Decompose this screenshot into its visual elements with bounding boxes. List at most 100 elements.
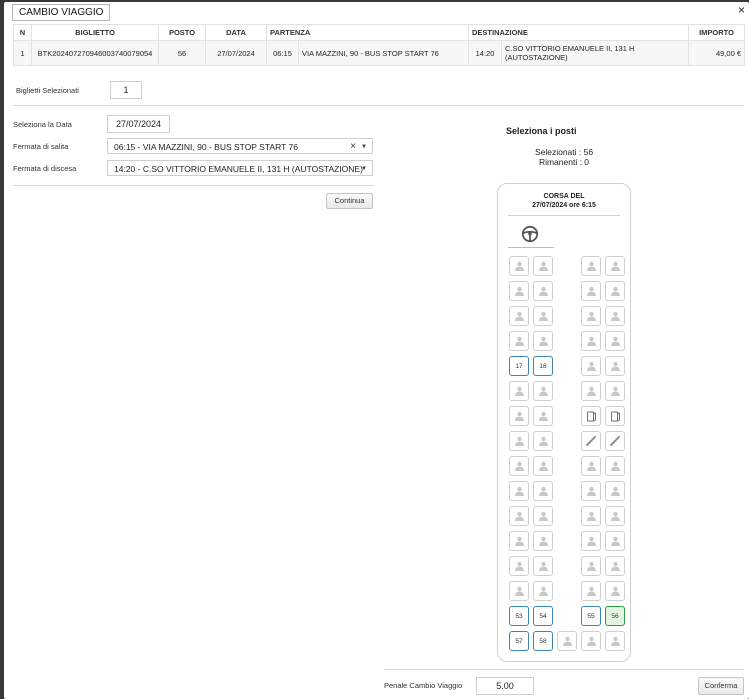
person-icon [514,411,524,421]
seat-available[interactable]: 17 [509,356,529,376]
person-icon [586,636,596,646]
conferma-button[interactable]: Conferma [698,677,744,695]
continua-button[interactable]: Continua [326,193,373,209]
biglietti-selezionati-label: Biglietti Selezionati [16,86,79,95]
seat-available[interactable]: 53 [509,606,529,626]
person-icon [538,311,548,321]
salita-select[interactable]: 06:15 - VIA MAZZINI, 90 - BUS STOP START… [107,138,373,154]
person-icon [586,561,596,571]
person-icon [586,486,596,496]
seat-occupied [509,456,529,476]
seat-occupied [581,456,601,476]
seat-available[interactable]: 55 [581,606,601,626]
seat-available[interactable]: 58 [533,631,553,651]
person-icon [610,311,620,321]
seat-occupied [533,281,553,301]
person-icon [610,636,620,646]
person-icon [610,561,620,571]
cell-data: 27/07/2024 [205,40,267,66]
chevron-down-icon[interactable]: ▼ [361,161,367,177]
person-icon [610,261,620,271]
date-label: Seleziona la Data [13,120,72,129]
seat-occupied [509,481,529,501]
person-icon [514,436,524,446]
cell-ora-arrivo: 14:20 [468,40,502,66]
bus-header-line2: 27/07/2024 ore 6:15 [532,202,596,209]
seat-occupied [509,281,529,301]
col-destinazione: DESTINAZIONE [468,24,689,41]
seat-occupied [581,556,601,576]
person-icon [610,286,620,296]
person-icon [586,286,596,296]
seat-occupied [509,306,529,326]
penale-input[interactable]: 5.00 [476,677,534,695]
divider [384,669,744,670]
person-icon [586,261,596,271]
cell-ora-partenza: 06:15 [266,40,299,66]
person-icon [610,336,620,346]
stairs-icon [581,431,601,451]
person-icon [514,261,524,271]
seat-occupied [509,331,529,351]
seat-selected[interactable]: 56 [605,606,625,626]
seat-occupied [605,531,625,551]
person-icon [514,586,524,596]
seat-occupied [509,556,529,576]
date-input[interactable]: 27/07/2024 [107,115,170,133]
seat-occupied [581,281,601,301]
seat-available[interactable]: 54 [533,606,553,626]
seat-occupied [605,306,625,326]
person-icon [586,386,596,396]
seat-occupied [509,431,529,451]
discesa-label: Fermata di discesa [13,164,77,173]
col-posto: POSTO [158,24,206,41]
person-icon [538,486,548,496]
person-icon [514,511,524,521]
penale-label: Penale Cambio Viaggio [384,681,463,690]
seat-available[interactable]: 57 [509,631,529,651]
seleziona-posti-title: Seleziona i posti [506,126,577,136]
seat-occupied [581,256,601,276]
seat-occupied [581,381,601,401]
person-icon [538,536,548,546]
seat-available[interactable]: 18 [533,356,553,376]
seat-occupied [509,531,529,551]
seat-occupied [581,531,601,551]
salita-label: Fermata di salita [13,142,69,151]
clear-icon[interactable]: × [350,139,356,155]
chevron-down-icon[interactable]: ▼ [361,139,367,155]
dialog-title: CAMBIO VIAGGIO [12,4,111,21]
cambio-viaggio-dialog: CAMBIO VIAGGIO × N BIGLIETTO POSTO DATA … [4,2,749,699]
seat-occupied [605,331,625,351]
col-importo: IMPORTO [688,24,745,41]
seat-occupied [605,281,625,301]
seat-occupied [509,256,529,276]
cell-destinazione: C.SO VITTORIO EMANUELE II, 131 H (AUTOST… [501,40,689,66]
person-icon [538,386,548,396]
table-row[interactable]: 1 BTK20240727094600374007905​4 56 27/07/… [13,40,745,66]
discesa-select[interactable]: 14:20 - C.SO VITTORIO EMANUELE II, 131 H… [107,160,373,176]
person-icon [514,561,524,571]
person-icon [586,586,596,596]
person-icon [586,311,596,321]
person-icon [514,486,524,496]
seat-occupied [533,531,553,551]
divider [13,105,744,106]
person-icon [586,461,596,471]
person-icon [538,461,548,471]
person-icon [610,461,620,471]
rimanenti-text: Rimanenti : 0 [538,157,590,167]
person-icon [610,511,620,521]
seat-occupied [581,631,601,651]
person-icon [610,586,620,596]
discesa-value: 14:20 - C.SO VITTORIO EMANUELE II, 131 H… [114,164,363,174]
bus-seat-map: CORSA DEL 27/07/2024 ore 6:15 17 18 53 54 55… [497,183,631,662]
person-icon [514,461,524,471]
person-icon [514,386,524,396]
close-icon[interactable]: × [738,3,745,17]
col-partenza: PARTENZA [266,24,469,41]
door-icon [581,406,601,426]
salita-value: 06:15 - VIA MAZZINI, 90 - BUS STOP START… [114,142,298,152]
seat-occupied [533,581,553,601]
seat-occupied [605,356,625,376]
